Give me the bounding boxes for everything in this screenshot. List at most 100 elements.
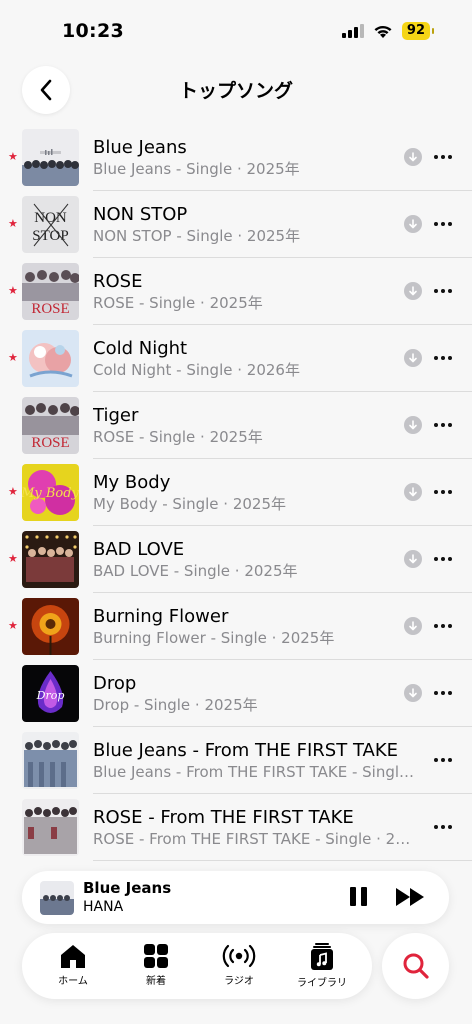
tab-label: 新着 [146, 976, 166, 987]
more-options-button[interactable] [432, 749, 454, 771]
status-time: 10:23 [62, 20, 124, 42]
mini-player-artist: HANA [83, 899, 124, 915]
song-text: BAD LOVE BAD LOVE - Single · 2025年 [93, 539, 400, 581]
pause-bar [361, 887, 367, 906]
song-title: Tiger [93, 405, 139, 426]
mini-player-artwork [40, 881, 74, 915]
ellipsis-dot [441, 557, 445, 561]
download-icon[interactable] [404, 148, 422, 166]
wifi-icon [374, 25, 392, 38]
download-icon[interactable] [404, 215, 422, 233]
more-options-button[interactable] [432, 213, 454, 235]
pause-button[interactable] [350, 887, 372, 909]
more-options-button[interactable] [432, 481, 454, 503]
pause-bar [350, 887, 356, 906]
song-artwork: ROSE [22, 397, 79, 454]
download-icon[interactable] [404, 282, 422, 300]
song-row[interactable]: ROSE - From THE FIRST TAKE ROSE - From TH… [0, 794, 472, 861]
mini-player[interactable]: Blue Jeans HANA [22, 871, 449, 924]
ellipsis-dot [448, 825, 452, 829]
ellipsis-dot [434, 490, 438, 494]
song-row[interactable]: ★ Cold Night Cold Night - Single · 2026年 [0, 325, 472, 392]
song-subtitle: Drop - Single · 2025年 [93, 696, 258, 714]
battery-indicator: 92 [401, 22, 435, 40]
download-icon[interactable] [404, 550, 422, 568]
song-subtitle: Blue Jeans - Single · 2025年 [93, 160, 300, 178]
download-icon[interactable] [404, 483, 422, 501]
mini-player-title: Blue Jeans [83, 879, 172, 897]
ellipsis-dot [441, 691, 445, 695]
download-icon[interactable] [404, 416, 422, 434]
ellipsis-dot [441, 289, 445, 293]
ellipsis-dot [441, 423, 445, 427]
song-list: ★ Blue Jeans Blue Jeans - Single · 2025年 ★ N… [0, 124, 472, 861]
tab-new[interactable]: 新着 [121, 943, 191, 987]
more-options-button[interactable] [432, 816, 454, 838]
song-text: Cold Night Cold Night - Single · 2026年 [93, 338, 400, 380]
song-row[interactable]: ROSE Tiger ROSE - Single · 2025年 [0, 392, 472, 459]
song-row[interactable]: ★ NON STOP NON STOP NON STOP - Single · 2025… [0, 191, 472, 258]
ellipsis-dot [448, 289, 452, 293]
tab-library[interactable]: ライブラリ [287, 943, 357, 989]
download-icon[interactable] [404, 349, 422, 367]
song-subtitle: Cold Night - Single · 2026年 [93, 361, 300, 379]
song-title: Burning Flower [93, 606, 229, 627]
ellipsis-dot [448, 356, 452, 360]
search-button[interactable] [382, 933, 449, 999]
download-icon[interactable] [404, 617, 422, 635]
song-text: ROSE - From THE FIRST TAKE ROSE - From TH… [93, 807, 416, 849]
favorite-star-icon: ★ [8, 217, 18, 230]
more-options-button[interactable] [432, 146, 454, 168]
grid-icon [144, 944, 168, 968]
library-icon [311, 943, 333, 970]
status-icons: 92 [341, 22, 435, 40]
home-icon [61, 945, 85, 968]
more-options-button[interactable] [432, 548, 454, 570]
more-options-button[interactable] [432, 280, 454, 302]
favorite-star-icon: ★ [8, 619, 18, 632]
tab-radio[interactable]: ラジオ [204, 943, 274, 987]
download-icon[interactable] [404, 684, 422, 702]
song-subtitle: Burning Flower - Single · 2025年 [93, 629, 335, 647]
page-title: トップソング [178, 80, 293, 102]
tab-label: ラジオ [224, 976, 254, 987]
song-title: NON STOP [93, 204, 188, 225]
song-row[interactable]: ★ BAD LOVE BAD LOVE - Single · 2025年 [0, 526, 472, 593]
cellular-signal-icon [341, 24, 364, 38]
more-options-button[interactable] [432, 615, 454, 637]
song-row[interactable]: ★ My Body My Body My Body - Single · 2025年 [0, 459, 472, 526]
tab-label: ライブラリ [297, 978, 347, 989]
ellipsis-dot [448, 222, 452, 226]
song-title: ROSE [93, 271, 143, 292]
favorite-star-icon: ★ [8, 552, 18, 565]
song-text: Tiger ROSE - Single · 2025年 [93, 405, 400, 447]
song-row[interactable]: ★ ROSE ROSE ROSE - Single · 2025年 [0, 258, 472, 325]
song-artwork [22, 330, 79, 387]
song-row[interactable]: Blue Jeans - From THE FIRST TAKE Blue Jea… [0, 727, 472, 794]
song-artwork [22, 129, 79, 186]
ellipsis-dot [434, 758, 438, 762]
svg-text:ROSE: ROSE [31, 435, 69, 451]
status-bar: 10:23 92 [0, 0, 472, 62]
ellipsis-dot [448, 423, 452, 427]
more-options-button[interactable] [432, 414, 454, 436]
more-options-button[interactable] [432, 682, 454, 704]
song-subtitle: ROSE - Single · 2025年 [93, 294, 263, 312]
skip-forward-button[interactable] [394, 885, 428, 909]
ellipsis-dot [434, 557, 438, 561]
ellipsis-dot [448, 624, 452, 628]
song-artwork [22, 531, 79, 588]
song-row[interactable]: Drop Drop Drop - Single · 2025年 [0, 660, 472, 727]
song-row[interactable]: ★ Blue Jeans Blue Jeans - Single · 2025年 [0, 124, 472, 191]
song-text: ROSE ROSE - Single · 2025年 [93, 271, 400, 313]
more-options-button[interactable] [432, 347, 454, 369]
ellipsis-dot [448, 691, 452, 695]
ellipsis-dot [441, 624, 445, 628]
song-row[interactable]: ★ Burning Flower Burning Flower - Single ·… [0, 593, 472, 660]
song-text: Burning Flower Burning Flower - Single · … [93, 606, 400, 648]
song-title: Blue Jeans [93, 137, 187, 158]
search-icon [403, 953, 429, 979]
song-artwork: ROSE [22, 263, 79, 320]
favorite-star-icon: ★ [8, 284, 18, 297]
tab-home[interactable]: ホーム [38, 943, 108, 987]
